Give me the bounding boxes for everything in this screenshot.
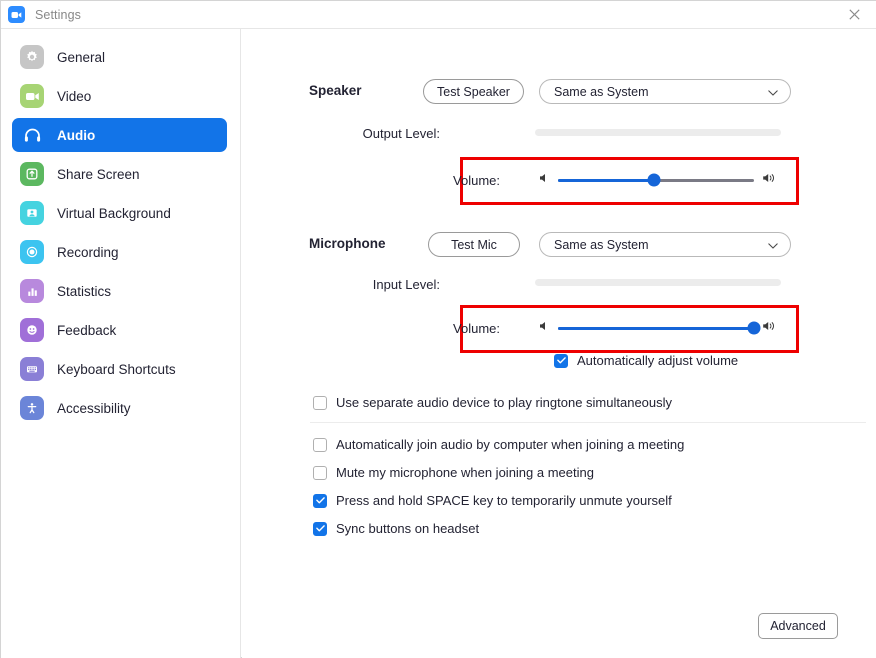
sidebar-item-label: Virtual Background — [57, 205, 171, 221]
checkbox-box[interactable] — [313, 465, 327, 480]
speaker-volume-fill — [558, 178, 655, 182]
checkbox-label: Sync buttons on headset — [336, 521, 480, 536]
sidebar-item-general[interactable]: General — [12, 40, 227, 74]
speaker-volume-thumb[interactable] — [647, 173, 661, 187]
checkbox-label: Automatically join audio by computer whe… — [336, 437, 685, 452]
microphone-volume-fill — [558, 326, 754, 330]
options-divider — [310, 422, 866, 423]
microphone-volume-slider[interactable] — [538, 319, 777, 337]
advanced-button[interactable]: Advanced — [758, 613, 838, 639]
speaker-volume-slider[interactable] — [538, 171, 777, 189]
speaker-low-icon[interactable] — [538, 319, 550, 337]
checkbox-box[interactable] — [313, 395, 327, 410]
output-level-label: Output Level: — [362, 126, 440, 141]
sync-buttons-headset-checkbox[interactable]: Sync buttons on headset — [313, 521, 479, 536]
input-level-meter — [535, 279, 781, 286]
input-level-label: Input Level: — [372, 277, 440, 292]
accessibility-icon — [20, 396, 44, 420]
speaker-section-label: Speaker — [309, 83, 362, 98]
checkbox-label: Use separate audio device to play ringto… — [336, 395, 673, 410]
audio-settings-panel: Speaker Test Speaker Same as System Outp… — [242, 29, 876, 658]
record-circle-icon — [20, 240, 44, 264]
speaker-low-icon[interactable] — [538, 171, 550, 189]
sidebar-item-label: Share Screen — [57, 166, 140, 182]
sidebar-item-label: Feedback — [57, 322, 117, 338]
video-camera-icon — [20, 84, 44, 108]
checkbox-box[interactable] — [313, 493, 327, 508]
sidebar-item-label: Statistics — [57, 283, 112, 299]
headphones-icon — [20, 123, 44, 147]
microphone-volume-label: Volume: — [453, 321, 500, 336]
microphone-volume-thumb[interactable] — [747, 321, 761, 335]
sidebar-item-virtual-background[interactable]: Virtual Background — [12, 196, 227, 230]
share-screen-icon — [20, 162, 44, 186]
checkbox-label: Automatically adjust volume — [577, 353, 739, 368]
checkbox-box[interactable] — [313, 521, 327, 536]
smiley-face-icon — [20, 318, 44, 342]
bar-chart-icon — [20, 279, 44, 303]
speaker-volume-label: Volume: — [453, 173, 500, 188]
mute-mic-on-join-checkbox[interactable]: Mute my microphone when joining a meetin… — [313, 465, 594, 480]
sidebar-item-label: Accessibility — [57, 400, 131, 416]
window-title: Settings — [35, 7, 81, 22]
speaker-device-value: Same as System — [554, 84, 649, 99]
microphone-device-select[interactable]: Same as System — [539, 232, 791, 257]
microphone-volume-track[interactable] — [558, 321, 761, 335]
sidebar-item-label: General — [57, 49, 106, 65]
sidebar-item-video[interactable]: Video — [12, 79, 227, 113]
sidebar-item-statistics[interactable]: Statistics — [12, 274, 227, 308]
microphone-device-value: Same as System — [554, 237, 649, 252]
auto-join-audio-checkbox[interactable]: Automatically join audio by computer whe… — [313, 437, 684, 452]
sidebar-item-recording[interactable]: Recording — [12, 235, 227, 269]
zoom-camera-icon — [8, 6, 25, 23]
checkbox-box[interactable] — [554, 353, 568, 368]
speaker-device-select[interactable]: Same as System — [539, 79, 791, 104]
auto-adjust-volume-checkbox[interactable]: Automatically adjust volume — [554, 353, 738, 368]
chevron-down-icon — [768, 83, 778, 101]
sidebar-item-keyboard-shortcuts[interactable]: Keyboard Shortcuts — [12, 352, 227, 386]
sidebar-item-label: Recording — [57, 244, 119, 260]
test-mic-button[interactable]: Test Mic — [428, 232, 520, 257]
sidebar-item-accessibility[interactable]: Accessibility — [12, 391, 227, 425]
close-icon[interactable] — [831, 1, 876, 28]
checkbox-box[interactable] — [313, 437, 327, 452]
test-speaker-button[interactable]: Test Speaker — [423, 79, 524, 104]
use-separate-audio-device-checkbox[interactable]: Use separate audio device to play ringto… — [313, 395, 672, 410]
sidebar-item-feedback[interactable]: Feedback — [12, 313, 227, 347]
output-level-meter — [535, 129, 781, 136]
sidebar-item-label: Audio — [57, 127, 96, 143]
checkbox-label: Press and hold SPACE key to temporarily … — [336, 493, 672, 508]
chevron-down-icon — [768, 236, 778, 254]
speaker-high-icon[interactable] — [762, 319, 777, 337]
settings-window: Settings General Video Audio Share Scree… — [0, 0, 876, 658]
speaker-high-icon[interactable] — [762, 171, 777, 189]
sidebar-item-share-screen[interactable]: Share Screen — [12, 157, 227, 191]
keyboard-icon — [20, 357, 44, 381]
sidebar-item-label: Video — [57, 88, 92, 104]
press-hold-space-checkbox[interactable]: Press and hold SPACE key to temporarily … — [313, 493, 672, 508]
sidebar-item-label: Keyboard Shortcuts — [57, 361, 176, 377]
speaker-volume-track[interactable] — [558, 173, 754, 187]
title-bar: Settings — [1, 1, 876, 29]
gear-icon — [20, 45, 44, 69]
settings-sidebar: General Video Audio Share Screen Virtual… — [1, 29, 241, 658]
sidebar-item-audio[interactable]: Audio — [12, 118, 227, 152]
person-frame-icon — [20, 201, 44, 225]
checkbox-label: Mute my microphone when joining a meetin… — [336, 465, 594, 480]
microphone-section-label: Microphone — [309, 236, 386, 251]
